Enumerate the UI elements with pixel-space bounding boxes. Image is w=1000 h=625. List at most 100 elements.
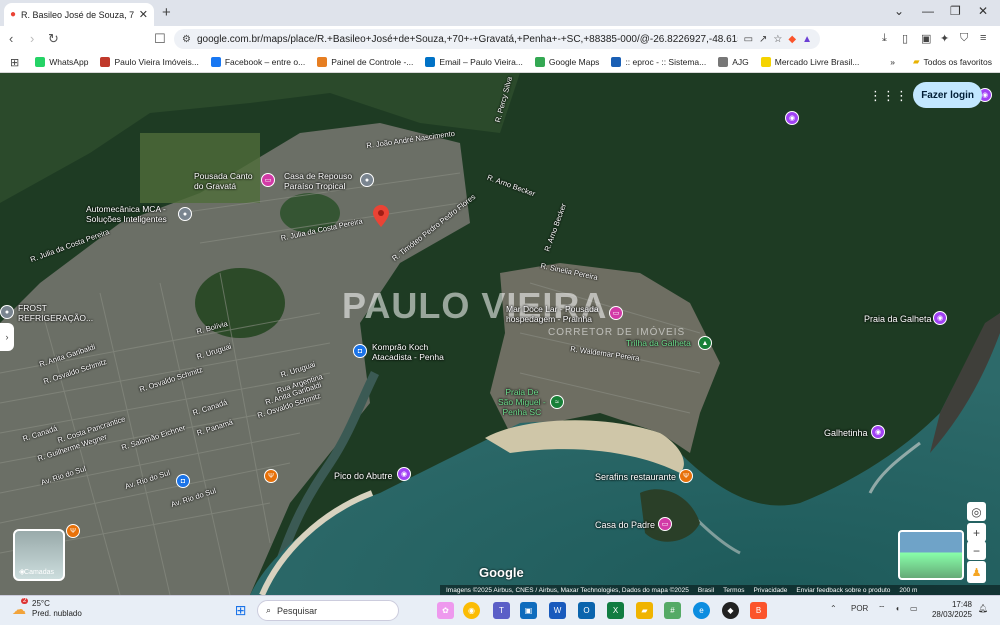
street-view-thumbnail[interactable] xyxy=(898,530,964,580)
shopping-icon[interactable]: ◘ xyxy=(176,474,190,488)
attribution-item[interactable]: Termos xyxy=(723,587,744,594)
new-tab-button[interactable]: + xyxy=(162,4,171,21)
download-icon[interactable]: ⤓ xyxy=(882,32,887,45)
attraction-icon[interactable]: ◉ xyxy=(933,311,947,325)
restaurant-icon[interactable]: Ψ xyxy=(264,469,278,483)
battery-icon[interactable]: ▭ xyxy=(910,604,918,613)
bookmark-item[interactable]: Facebook – entre o... xyxy=(210,57,305,67)
volume-icon[interactable]: ◖ xyxy=(895,604,900,613)
hotel-icon[interactable]: ▭ xyxy=(609,306,623,320)
place-label[interactable]: Komprão Koch Atacadista - Penha xyxy=(372,342,444,362)
place-icon[interactable]: ● xyxy=(0,305,14,319)
zoom-out-button[interactable]: − xyxy=(967,541,986,560)
photos-icon[interactable]: ▣ xyxy=(520,602,537,619)
address-url[interactable]: google.com.br/maps/place/R.+Basileo+José… xyxy=(197,34,738,45)
hiking-icon[interactable]: ▲ xyxy=(698,336,712,350)
rewards-icon[interactable]: ▲ xyxy=(802,34,812,45)
pegman-icon[interactable]: ♟ xyxy=(967,561,986,583)
my-location-icon[interactable]: ◎ xyxy=(967,502,986,521)
windows-start-icon[interactable]: ⊞ xyxy=(232,602,249,619)
file-explorer-icon[interactable]: ▰ xyxy=(636,602,653,619)
wifi-icon[interactable]: ⌔ xyxy=(878,604,886,614)
bookmark-item[interactable]: Google Maps xyxy=(534,57,599,67)
place-label[interactable]: Casa do Padre xyxy=(595,520,655,530)
bookmark-icon[interactable]: ☐ xyxy=(154,31,166,47)
location-pin-icon[interactable] xyxy=(373,205,389,227)
tab-maps[interactable]: ● R. Basileo José de Souza, 70 – G ✕ xyxy=(4,3,154,26)
layers-button[interactable]: ◈ Camadas xyxy=(13,529,65,581)
sidebar-icon[interactable]: ▯ xyxy=(902,32,908,45)
place-icon[interactable]: ● xyxy=(178,207,192,221)
restore-button[interactable]: ❐ xyxy=(950,4,961,18)
place-label[interactable]: Pousada Canto do Gravatá xyxy=(194,171,253,191)
attraction-icon[interactable]: ◉ xyxy=(871,425,885,439)
forward-icon[interactable]: › xyxy=(30,31,34,46)
back-icon[interactable]: ‹ xyxy=(9,31,13,46)
copilot-icon[interactable]: ✿ xyxy=(437,602,454,619)
shopping-icon[interactable]: ◘ xyxy=(353,344,367,358)
place-label[interactable]: FROST REFRIGERAÇÃO... xyxy=(18,303,93,323)
place-label[interactable]: Mar Doce Lar - Pousada hospedagem - Prain… xyxy=(506,304,599,324)
all-favorites[interactable]: » ▰ Todos os favoritos xyxy=(890,56,992,67)
attraction-icon[interactable]: ◉ xyxy=(785,111,799,125)
notifications-icon[interactable]: 🔔︎ xyxy=(978,604,988,613)
apps-grid-icon[interactable]: ⊞ xyxy=(10,56,19,69)
edge-icon[interactable]: e xyxy=(693,602,710,619)
outlook-icon[interactable]: O xyxy=(578,602,595,619)
zoom-in-button[interactable]: + xyxy=(967,523,986,542)
place-label[interactable]: Serafins restaurante xyxy=(595,472,676,482)
hotel-icon[interactable]: ▭ xyxy=(261,173,275,187)
google-apps-icon[interactable]: ⋮⋮⋮ xyxy=(869,88,908,104)
place-label[interactable]: Casa de Repouso Paraíso Tropical xyxy=(284,171,352,191)
hotel-icon[interactable]: ▭ xyxy=(658,517,672,531)
beach-icon[interactable]: ≈ xyxy=(550,395,564,409)
bookmark-item[interactable]: Paulo Vieira Imóveis... xyxy=(100,57,199,67)
bookmark-item[interactable]: Painel de Controle -... xyxy=(317,57,413,67)
tray-chevron-icon[interactable]: ⌃ xyxy=(830,604,837,613)
address-bar[interactable]: ⚙ google.com.br/maps/place/R.+Basileo+Jo… xyxy=(174,29,820,49)
map-satellite-view[interactable]: PAULO VIEIRA CORRETOR DE IMÓVEIS ▭ ● ● ●… xyxy=(0,73,1000,595)
language-indicator[interactable]: POR xyxy=(851,604,868,613)
bookmark-item[interactable]: AJG xyxy=(718,57,749,67)
weather-widget[interactable]: ☁ 2 25°C Pred. nublado xyxy=(12,597,82,619)
sign-in-button[interactable]: Fazer login xyxy=(913,82,982,108)
attribution-item[interactable]: Brasil xyxy=(698,587,714,594)
chrome-icon[interactable]: ◉ xyxy=(463,602,480,619)
install-app-icon[interactable]: ▭ xyxy=(744,34,753,45)
excel-icon[interactable]: X xyxy=(607,602,624,619)
tab-list-icon[interactable]: ⌄ xyxy=(894,4,904,18)
brave-shield-icon[interactable]: ◆ xyxy=(788,34,796,45)
teams-icon[interactable]: T xyxy=(493,602,510,619)
wallet-icon[interactable]: ▣ xyxy=(921,32,931,45)
brave-icon[interactable]: B xyxy=(750,602,767,619)
expand-panel-button[interactable]: › xyxy=(0,323,14,351)
word-icon[interactable]: W xyxy=(549,602,566,619)
place-label[interactable]: Trilha da Galheta xyxy=(626,338,691,348)
close-tab-icon[interactable]: ✕ xyxy=(139,8,148,21)
restaurant-icon[interactable]: Ψ xyxy=(66,524,80,538)
bookmark-item[interactable]: Mercado Livre Brasil... xyxy=(760,57,859,67)
place-label[interactable]: Pico do Abutre xyxy=(334,471,393,481)
close-window-button[interactable]: ✕ xyxy=(978,4,988,18)
place-icon[interactable]: ● xyxy=(360,173,374,187)
more-bookmarks-icon[interactable]: » xyxy=(890,57,895,67)
menu-icon[interactable]: ≡ xyxy=(980,32,986,44)
share-icon[interactable]: ↗ xyxy=(759,34,767,45)
attribution-item[interactable]: Privacidade xyxy=(753,587,787,594)
minimize-button[interactable]: — xyxy=(922,4,934,18)
place-label[interactable]: Praia da Galheta xyxy=(864,314,932,324)
system-clock[interactable]: 17:48 28/03/2025 xyxy=(932,600,972,620)
leo-icon[interactable]: ✦ xyxy=(940,32,949,45)
reload-icon[interactable]: ↻ xyxy=(48,31,59,47)
bookmark-item[interactable]: WhatsApp xyxy=(35,57,88,67)
bookmark-item[interactable]: :: eproc - :: Sistema... xyxy=(611,57,706,67)
calculator-icon[interactable]: # xyxy=(664,602,681,619)
star-icon[interactable]: ☆ xyxy=(773,34,782,45)
restaurant-icon[interactable]: Ψ xyxy=(679,469,693,483)
place-label[interactable]: Praia De São Miguel - Penha SC xyxy=(498,387,546,417)
site-info-icon[interactable]: ⚙ xyxy=(182,34,191,45)
vpn-icon[interactable]: ⛉ xyxy=(960,32,968,45)
attraction-icon[interactable]: ◉ xyxy=(397,467,411,481)
app-icon[interactable]: ◆ xyxy=(722,602,739,619)
bookmark-item[interactable]: Email – Paulo Vieira... xyxy=(425,57,523,67)
